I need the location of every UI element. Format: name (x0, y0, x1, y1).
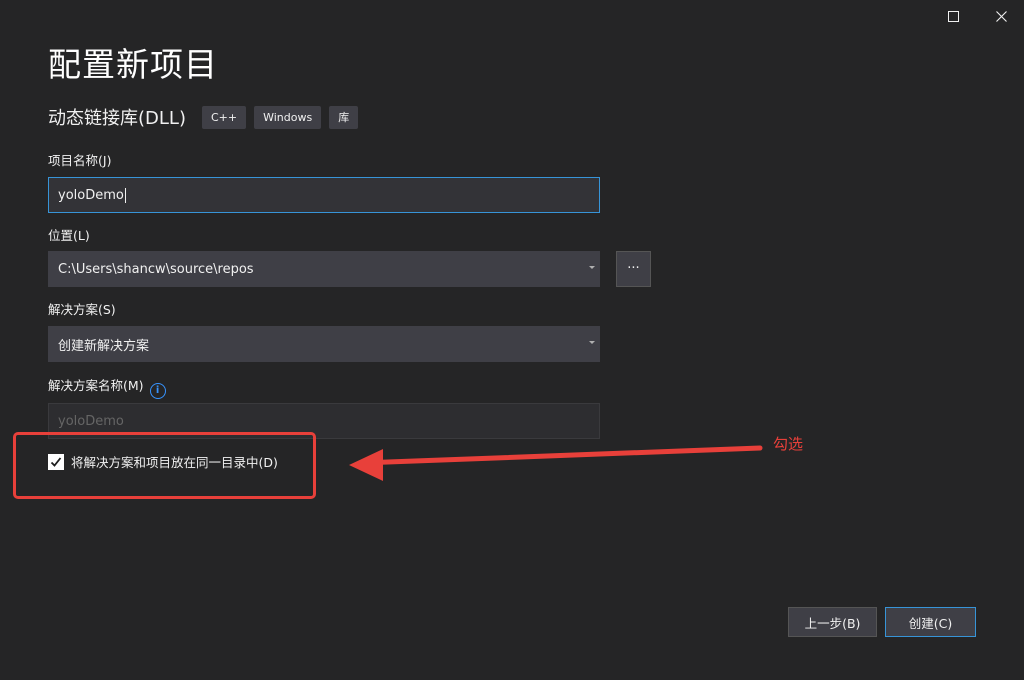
page-title: 配置新项目 (48, 45, 218, 84)
info-icon[interactable]: i (149, 383, 166, 399)
close-icon (995, 10, 1007, 22)
template-name: 动态链接库(DLL) (48, 108, 186, 129)
location-label: 位置(L) (48, 228, 90, 243)
chevron-down-icon (589, 341, 595, 344)
maximize-icon (947, 10, 959, 22)
solution-dropdown[interactable]: 创建新解决方案 (48, 326, 600, 362)
browse-button[interactable]: ... (616, 251, 651, 287)
solution-name-label: 解决方案名称(M) (48, 378, 144, 393)
solution-name-label-row: 解决方案名称(M) i (48, 375, 166, 399)
tag-platform: Windows (254, 105, 322, 129)
solution-value: 创建新解决方案 (58, 338, 150, 354)
create-button[interactable]: 创建(C) (885, 607, 976, 637)
configure-project-dialog: 配置新项目 动态链接库(DLL) C++ Windows 库 项目名称(J) y… (0, 0, 1024, 680)
location-value: C:\Users\shancw\source\repos (58, 261, 254, 277)
project-name-value: yoloDemo (58, 187, 124, 203)
location-combobox[interactable]: C:\Users\shancw\source\repos (48, 251, 600, 287)
tag-type: 库 (329, 105, 359, 129)
template-info: 动态链接库(DLL) C++ Windows 库 (48, 104, 366, 130)
solution-label: 解决方案(S) (48, 302, 116, 317)
chevron-down-icon (589, 266, 595, 269)
back-button[interactable]: 上一步(B) (788, 607, 877, 637)
solution-name-placeholder: yoloDemo (58, 413, 124, 429)
maximize-button[interactable] (930, 0, 976, 32)
project-name-input[interactable]: yoloDemo (48, 177, 600, 213)
project-name-label: 项目名称(J) (48, 153, 112, 168)
close-button[interactable] (978, 0, 1024, 32)
annotation-highlight-box (13, 432, 316, 499)
tag-language: C++ (201, 105, 247, 129)
annotation-label: 勾选 (773, 435, 804, 453)
